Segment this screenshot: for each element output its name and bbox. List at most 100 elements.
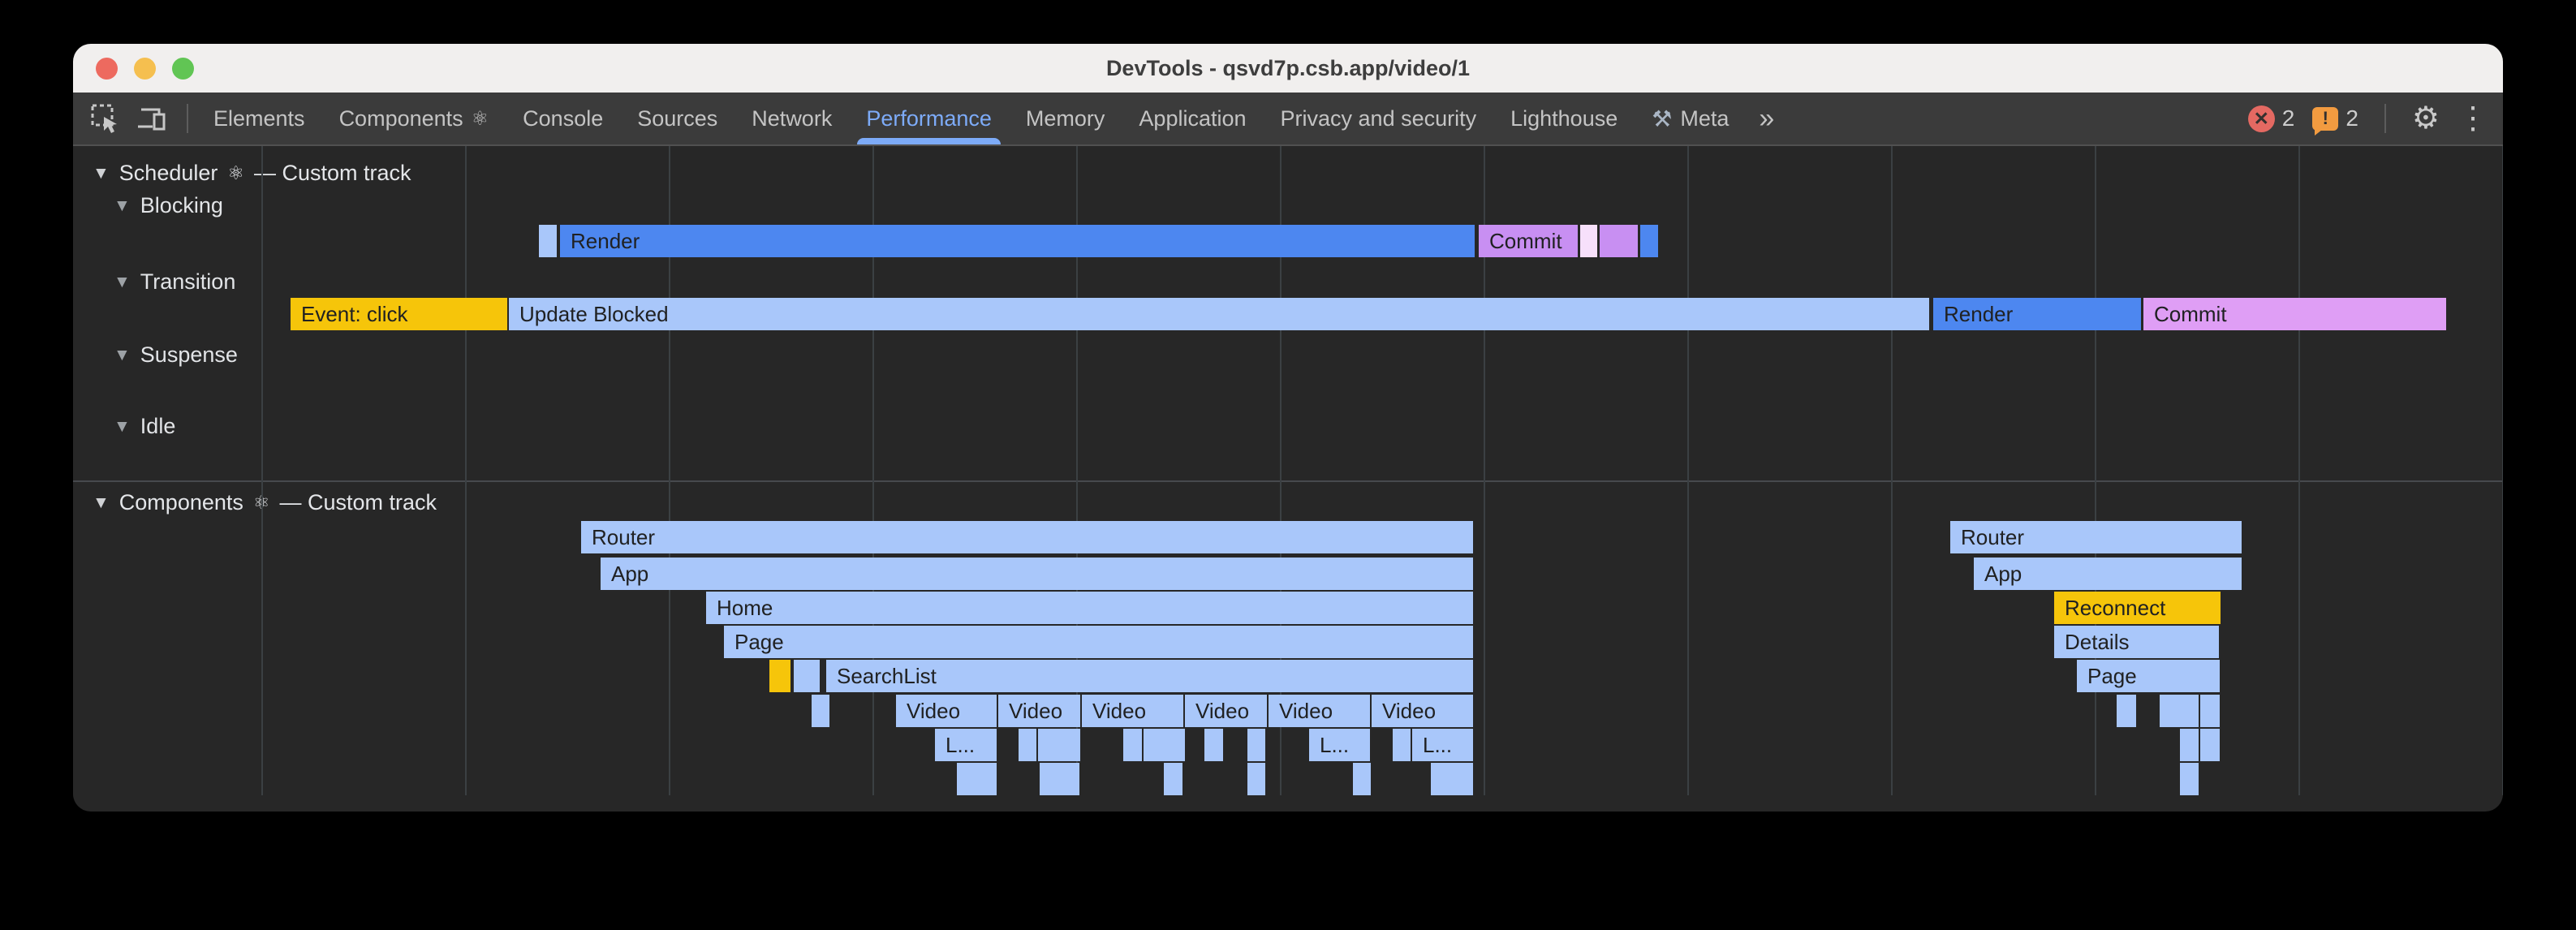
bar-video[interactable]: Video <box>998 695 1080 727</box>
issues-badge[interactable]: ! 2 <box>2312 105 2358 131</box>
flame-bar[interactable] <box>1393 729 1411 761</box>
tab-label: Console <box>523 106 603 131</box>
flame-bar[interactable] <box>2200 695 2220 727</box>
bar-l[interactable]: L... <box>935 729 997 761</box>
flame-bar[interactable] <box>957 763 997 795</box>
active-tab-underline <box>857 138 1001 144</box>
bar-home[interactable]: Home <box>706 592 1473 624</box>
flame-bar[interactable] <box>539 225 557 257</box>
flame-bar[interactable] <box>1247 763 1265 795</box>
scheduler-row-transition[interactable]: ▼Transition <box>114 269 235 295</box>
zoom-button[interactable] <box>172 58 194 80</box>
flame-bar[interactable] <box>2160 695 2199 727</box>
bar-l[interactable]: L... <box>1309 729 1370 761</box>
hammer-wrench-icon: ⚒ <box>1652 105 1672 132</box>
bar-commit[interactable]: Commit <box>1479 225 1578 257</box>
bar-searchlist[interactable]: SearchList <box>826 660 1473 692</box>
flame-bar[interactable] <box>2117 695 2136 727</box>
console-errors-badge[interactable]: ✕ 2 <box>2248 105 2295 132</box>
tab-label: Application <box>1139 106 1246 131</box>
flame-bar[interactable] <box>769 660 790 692</box>
bar-commit[interactable]: Commit <box>2143 298 2446 330</box>
flame-bar[interactable] <box>2180 729 2199 761</box>
toolbar-separator <box>187 104 188 133</box>
tab-lighthouse[interactable]: Lighthouse <box>1493 93 1635 144</box>
components-track-header[interactable]: ▼ Components ⚛ — Custom track <box>93 490 437 515</box>
tab-sources[interactable]: Sources <box>620 93 734 144</box>
more-tabs-button[interactable]: » <box>1746 93 1787 144</box>
minimize-button[interactable] <box>134 58 156 80</box>
flame-bar[interactable] <box>2200 729 2220 761</box>
flame-bar[interactable] <box>1580 225 1597 257</box>
tab-label: Elements <box>213 106 305 131</box>
bar-video[interactable]: Video <box>1372 695 1473 727</box>
flame-bar[interactable] <box>1038 729 1080 761</box>
tab-label: Memory <box>1026 106 1105 131</box>
track-divider <box>73 480 2503 482</box>
bar-video[interactable]: Video <box>1185 695 1267 727</box>
bar-video[interactable]: Video <box>1082 695 1183 727</box>
tab-meta[interactable]: ⚒Meta <box>1635 93 1746 144</box>
tab-memory[interactable]: Memory <box>1009 93 1122 144</box>
bar-page[interactable]: Page <box>2077 660 2220 692</box>
scheduler-row-suspense[interactable]: ▼Suspense <box>114 342 238 368</box>
tab-console[interactable]: Console <box>506 93 620 144</box>
track-name: Components <box>119 490 243 515</box>
flame-bar[interactable] <box>1431 763 1473 795</box>
bar-update-blocked[interactable]: Update Blocked <box>509 298 1929 330</box>
flame-bar[interactable] <box>1144 729 1185 761</box>
bar-event-click[interactable]: Event: click <box>291 298 507 330</box>
tab-components[interactable]: Components⚛ <box>322 93 506 144</box>
tab-network[interactable]: Network <box>734 93 849 144</box>
timeline-gridline <box>2502 146 2503 795</box>
flame-bar[interactable] <box>794 660 820 692</box>
flame-bar[interactable] <box>1123 729 1142 761</box>
flame-bar[interactable] <box>1600 225 1638 257</box>
bar-video[interactable]: Video <box>1269 695 1370 727</box>
tab-application[interactable]: Application <box>1122 93 1263 144</box>
traffic-lights <box>96 44 194 93</box>
devtools-window: DevTools - qsvd7p.csb.app/video/1 <box>73 44 2503 812</box>
tab-elements[interactable]: Elements <box>196 93 322 144</box>
flame-bar[interactable] <box>1204 729 1223 761</box>
bar-router[interactable]: Router <box>1950 521 2242 553</box>
react-atom-icon: ⚛ <box>227 162 244 184</box>
settings-gear-icon[interactable]: ⚙ <box>2412 103 2440 134</box>
flame-bar[interactable] <box>1640 225 1658 257</box>
flame-bar[interactable] <box>1164 763 1182 795</box>
flame-bar[interactable] <box>2180 763 2199 795</box>
error-count: 2 <box>2282 105 2295 131</box>
collapse-triangle-icon: ▼ <box>114 346 131 365</box>
row-label-text: Blocking <box>140 193 223 218</box>
scheduler-track-header[interactable]: ▼ Scheduler ⚛ — Custom track <box>93 161 411 186</box>
kebab-menu-icon[interactable]: ⋮ <box>2458 103 2488 134</box>
bar-video[interactable]: Video <box>896 695 997 727</box>
react-atom-icon: ⚛ <box>472 107 489 131</box>
bar-reconnect[interactable]: Reconnect <box>2054 592 2221 624</box>
bar-app[interactable]: App <box>1974 558 2242 590</box>
flame-bar[interactable] <box>1019 729 1036 761</box>
bar-page[interactable]: Page <box>724 626 1473 658</box>
scheduler-row-idle[interactable]: ▼Idle <box>114 414 175 439</box>
flame-bar[interactable] <box>1247 729 1265 761</box>
flame-bar[interactable] <box>1040 763 1079 795</box>
bar-router[interactable]: Router <box>581 521 1473 553</box>
device-toolbar-icon[interactable] <box>131 97 174 140</box>
timeline-gridline <box>1891 146 1893 795</box>
row-label-text: Transition <box>140 269 236 295</box>
tabbar-right-controls: ✕ 2 ! 2 ⚙ ⋮ <box>2248 93 2488 144</box>
panel-tabs: Elements Components⚛ Console SourcesNetwork… <box>196 93 1746 144</box>
scheduler-row-blocking[interactable]: ▼Blocking <box>114 193 223 218</box>
bar-app[interactable]: App <box>601 558 1473 590</box>
inspect-element-icon[interactable] <box>84 97 127 140</box>
bar-details[interactable]: Details <box>2054 626 2219 658</box>
flame-bar[interactable] <box>1353 763 1371 795</box>
flame-bar[interactable] <box>812 695 829 727</box>
bar-render[interactable]: Render <box>560 225 1475 257</box>
bar-render[interactable]: Render <box>1933 298 2141 330</box>
bar-l[interactable]: L... <box>1412 729 1473 761</box>
tab-performance[interactable]: Performance <box>849 93 1009 144</box>
close-button[interactable] <box>96 58 118 80</box>
tab-privacy-and-security[interactable]: Privacy and security <box>1264 93 1494 144</box>
tab-label: Lighthouse <box>1510 106 1618 131</box>
